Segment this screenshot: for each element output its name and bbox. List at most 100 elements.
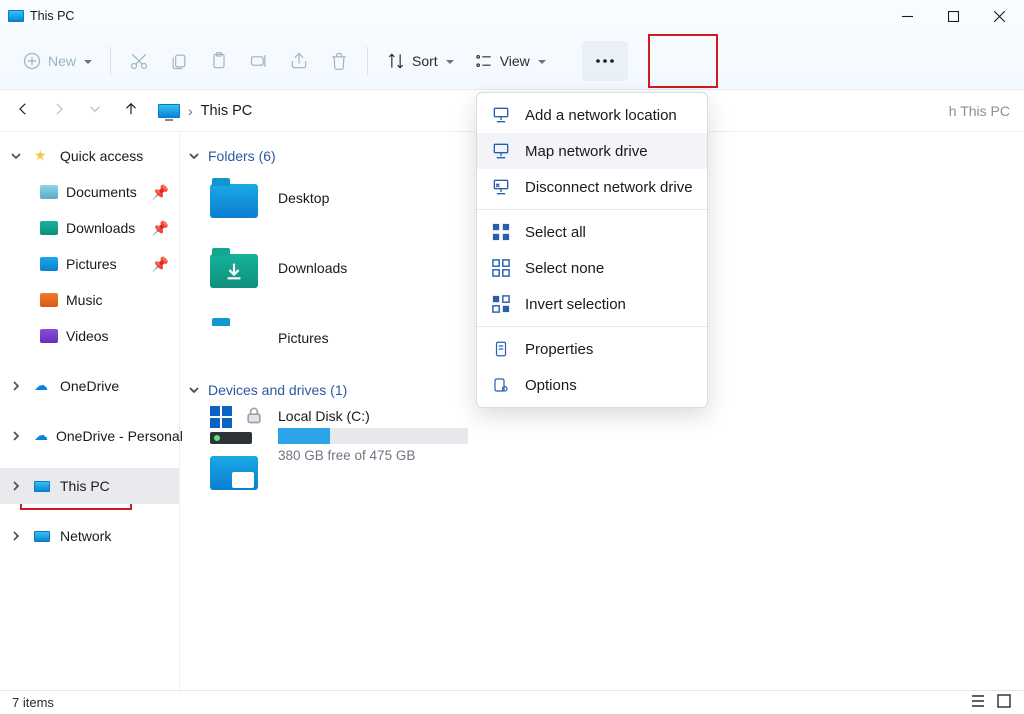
back-button[interactable]: [14, 100, 32, 121]
sidebar-item-label: Documents: [66, 184, 137, 200]
folder-icon: [40, 329, 58, 343]
view-label: View: [500, 53, 530, 69]
sidebar-item-label: Pictures: [66, 256, 117, 272]
sidebar: ★ Quick access Documents 📌 Downloads 📌 P…: [0, 132, 180, 690]
menu-select-none[interactable]: Select none: [477, 250, 707, 286]
cloud-icon: ☁: [34, 427, 48, 445]
folder-icon: [40, 257, 58, 271]
paste-button[interactable]: [201, 43, 237, 79]
section-label: Devices and drives (1): [208, 382, 347, 398]
sidebar-item-label: Music: [66, 292, 103, 308]
details-view-button[interactable]: [970, 693, 986, 712]
drive-free-text: 380 GB free of 475 GB: [278, 448, 468, 463]
select-all-icon: [491, 222, 511, 242]
this-pc-icon: [158, 104, 180, 118]
large-icons-view-button[interactable]: [996, 693, 1012, 712]
minimize-button[interactable]: [884, 0, 930, 32]
sidebar-item-label: OneDrive - Personal: [56, 428, 183, 444]
sidebar-item-onedrive[interactable]: ☁ OneDrive: [0, 368, 179, 404]
sidebar-item-documents[interactable]: Documents 📌: [0, 174, 179, 210]
nav-arrows: [14, 100, 140, 121]
close-button[interactable]: [976, 0, 1022, 32]
network-location-icon: [491, 105, 511, 125]
menu-invert-selection[interactable]: Invert selection: [477, 286, 707, 322]
pin-icon: 📌: [152, 256, 169, 273]
drive-name: Local Disk (C:): [278, 408, 468, 424]
new-button[interactable]: New: [14, 43, 100, 79]
pin-icon: 📌: [152, 220, 169, 237]
select-none-icon: [491, 258, 511, 278]
this-pc-icon: [34, 477, 52, 495]
menu-map-network-drive[interactable]: Map network drive: [477, 133, 707, 169]
chevron-right-icon: [10, 430, 22, 442]
section-label: Folders (6): [208, 148, 276, 164]
cloud-icon: ☁: [34, 377, 52, 395]
maximize-button[interactable]: [930, 0, 976, 32]
sidebar-item-pictures[interactable]: Pictures 📌: [0, 246, 179, 282]
sidebar-item-label: Downloads: [66, 220, 135, 236]
scissors-icon: [129, 51, 149, 71]
titlebar: This PC: [0, 0, 1024, 32]
drive-item[interactable]: Local Disk (C:) 380 GB free of 475 GB: [188, 408, 1024, 463]
menu-label: Map network drive: [525, 143, 648, 160]
chevron-down-icon: [82, 53, 92, 69]
status-item-count: 7 items: [12, 695, 54, 710]
menu-disconnect-network-drive[interactable]: Disconnect network drive: [477, 169, 707, 205]
up-button[interactable]: [122, 100, 140, 121]
breadcrumb[interactable]: This PC: [201, 103, 253, 119]
copy-icon: [169, 51, 189, 71]
sidebar-item-this-pc[interactable]: This PC: [0, 468, 179, 504]
drive-usage-bar: [278, 428, 468, 444]
view-icon: [474, 51, 494, 71]
sidebar-item-label: Network: [60, 528, 111, 544]
menu-separator: [477, 209, 707, 210]
sidebar-item-onedrive-personal[interactable]: ☁ OneDrive - Personal: [0, 418, 179, 454]
menu-label: Options: [525, 377, 577, 394]
window-controls: [884, 0, 1022, 32]
folder-icon: [40, 293, 58, 307]
rename-button[interactable]: [241, 43, 277, 79]
new-label: New: [48, 53, 76, 69]
menu-label: Select none: [525, 260, 604, 277]
menu-select-all[interactable]: Select all: [477, 214, 707, 250]
cut-button[interactable]: [121, 43, 157, 79]
properties-icon: [491, 339, 511, 359]
sidebar-item-videos[interactable]: Videos: [0, 318, 179, 354]
window-title: This PC: [30, 9, 884, 23]
folder-icon: [40, 221, 58, 235]
menu-separator: [477, 326, 707, 327]
chevron-down-icon: [188, 384, 200, 396]
sidebar-quick-access[interactable]: ★ Quick access: [0, 138, 179, 174]
view-button[interactable]: View: [466, 43, 554, 79]
delete-button[interactable]: [321, 43, 357, 79]
star-icon: ★: [34, 147, 52, 165]
recent-button[interactable]: [86, 100, 104, 121]
more-button[interactable]: [582, 41, 628, 81]
chevron-right-icon: [10, 480, 22, 492]
search-input[interactable]: h This PC: [949, 103, 1010, 119]
menu-properties[interactable]: Properties: [477, 331, 707, 367]
status-bar: 7 items: [0, 690, 1024, 714]
menu-label: Disconnect network drive: [525, 179, 693, 196]
sidebar-item-music[interactable]: Music: [0, 282, 179, 318]
menu-add-network-location[interactable]: Add a network location: [477, 97, 707, 133]
folder-icon: [40, 185, 58, 199]
share-button[interactable]: [281, 43, 317, 79]
chevron-right-icon: [10, 530, 22, 542]
copy-button[interactable]: [161, 43, 197, 79]
menu-options[interactable]: Options: [477, 367, 707, 403]
separator: [110, 47, 111, 75]
ellipsis-icon: [595, 57, 615, 65]
drive-meta: Local Disk (C:) 380 GB free of 475 GB: [278, 408, 468, 463]
menu-label: Properties: [525, 341, 593, 358]
sidebar-item-network[interactable]: Network: [0, 518, 179, 554]
disconnect-drive-icon: [491, 177, 511, 197]
options-icon: [491, 375, 511, 395]
plus-circle-icon: [22, 51, 42, 71]
folder-icon: [210, 318, 258, 358]
forward-button[interactable]: [50, 100, 68, 121]
network-icon: [34, 527, 52, 545]
sort-button[interactable]: Sort: [378, 43, 462, 79]
drive-icon: [210, 408, 262, 444]
sidebar-item-downloads[interactable]: Downloads 📌: [0, 210, 179, 246]
